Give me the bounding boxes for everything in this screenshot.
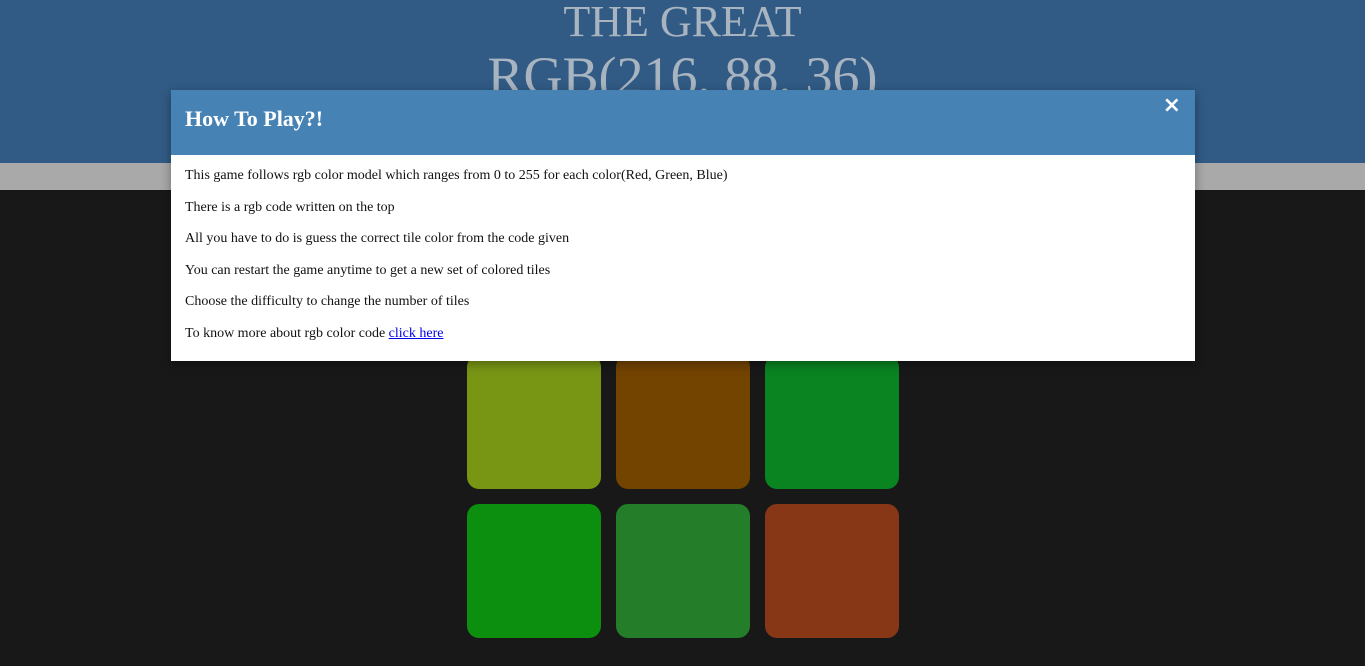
close-icon[interactable]: ×	[1163, 93, 1181, 119]
modal-title: How To Play?!	[185, 106, 324, 131]
instruction-line-3: All you have to do is guess the correct …	[185, 231, 570, 246]
color-tile-3[interactable]	[765, 355, 899, 489]
color-tile-2[interactable]	[616, 355, 750, 489]
how-to-play-modal: How To Play?! × This game follows rgb co…	[171, 90, 1195, 361]
game-page: THE GREAT RGB(216, 88, 36) How To Play?!…	[0, 0, 1365, 666]
color-tile-6[interactable]	[765, 504, 899, 638]
instruction-line-5: Choose the difficulty to change the numb…	[185, 294, 470, 309]
color-tile-1[interactable]	[467, 355, 601, 489]
more-info-text: To know more about rgb color code	[185, 325, 389, 341]
modal-body: This game follows rgb color model which …	[185, 166, 1175, 355]
instruction-more: To know more about rgb color code click …	[185, 324, 1175, 344]
modal-header: How To Play?! ×	[171, 90, 1195, 155]
instruction-line-1: This game follows rgb color model which …	[185, 168, 728, 183]
rgb-info-link[interactable]: click here	[389, 326, 444, 341]
color-tile-4[interactable]	[467, 504, 601, 638]
instruction-line-2: There is a rgb code written on the top	[185, 199, 395, 215]
color-tile-5[interactable]	[616, 504, 750, 638]
header-title-line1: THE GREAT	[563, 0, 802, 46]
instruction-line-4: You can restart the game anytime to get …	[185, 262, 551, 278]
